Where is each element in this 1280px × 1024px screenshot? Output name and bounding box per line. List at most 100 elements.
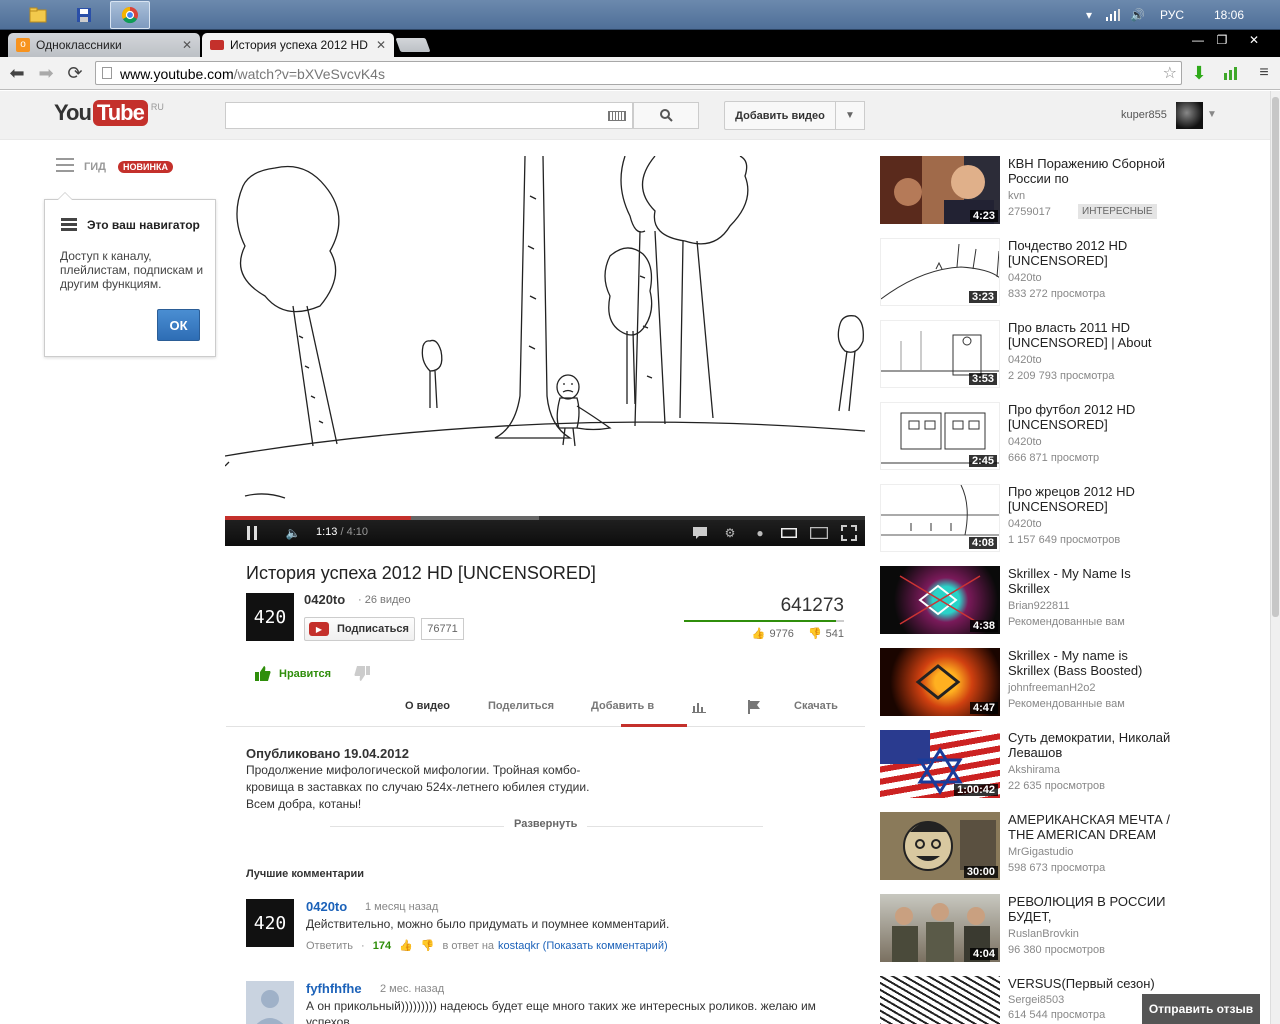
video-frame[interactable]: [224, 155, 866, 516]
bookmark-star-icon[interactable]: ☆: [1163, 63, 1177, 83]
related-title[interactable]: Skrillex - My name is Skrillex (Bass Boo…: [1008, 648, 1173, 678]
tab-download[interactable]: Скачать: [794, 700, 838, 712]
related-video-item[interactable]: 3:23 Почдество 2012 HD [UNCENSORED] 0420…: [880, 238, 1260, 306]
language-indicator[interactable]: РУС: [1160, 0, 1184, 30]
chrome-menu-icon[interactable]: ≡: [1252, 61, 1276, 85]
minimize-button[interactable]: —: [1186, 30, 1210, 50]
download-extension-icon[interactable]: ⬇: [1187, 61, 1211, 85]
related-video-item[interactable]: 4:04 РЕВОЛЮЦИЯ В РОССИИ БУДЕТ, RuslanBro…: [880, 894, 1260, 962]
large-player-icon[interactable]: [809, 524, 829, 542]
tab-odnoklassniki[interactable]: о Одноклассники ✕: [8, 33, 200, 57]
related-video-item[interactable]: 3:53 Про власть 2011 HD [UNCENSORED] | A…: [880, 320, 1260, 388]
tab-about[interactable]: О видео: [405, 700, 450, 712]
stats-icon[interactable]: [692, 701, 706, 716]
video-thumbnail[interactable]: 4:08: [880, 484, 1000, 552]
expand-description-button[interactable]: Развернуть: [504, 818, 588, 830]
close-tab-icon[interactable]: ✕: [182, 38, 192, 52]
guide-menu-icon[interactable]: [56, 158, 74, 174]
close-tab-icon[interactable]: ✕: [376, 38, 386, 52]
upload-button[interactable]: Добавить видео: [724, 101, 836, 130]
tab-share[interactable]: Поделиться: [488, 700, 554, 712]
network-icon[interactable]: [1106, 0, 1120, 30]
comment-author[interactable]: 0420to: [306, 899, 347, 914]
volume-icon[interactable]: 🔊: [1130, 0, 1145, 30]
channel-name-link[interactable]: 0420to: [304, 592, 345, 607]
video-thumbnail[interactable]: 1:00:42: [880, 730, 1000, 798]
reload-icon[interactable]: ⟳: [63, 61, 87, 85]
subscribe-button[interactable]: ▶ Подписаться: [304, 617, 415, 641]
video-thumbnail[interactable]: 4:04: [880, 894, 1000, 962]
explorer-taskbar-button[interactable]: [18, 1, 58, 29]
related-video-item[interactable]: 4:08 Про жрецов 2012 HD [UNCENSORED] 042…: [880, 484, 1260, 552]
related-title[interactable]: VERSUS(Первый сезон): [1008, 976, 1173, 991]
related-video-item[interactable]: 2:45 Про футбол 2012 HD [UNCENSORED] 042…: [880, 402, 1260, 470]
reply-link[interactable]: Ответить: [306, 940, 353, 952]
save-app-taskbar-button[interactable]: [64, 1, 104, 29]
related-video-item[interactable]: 4:23 КВН Поражению Сборной России по kvn…: [880, 156, 1260, 224]
dislike-button[interactable]: [354, 666, 370, 684]
video-thumbnail[interactable]: 4:38: [880, 566, 1000, 634]
keyboard-icon[interactable]: [608, 111, 626, 121]
video-thumbnail[interactable]: 4:23: [880, 156, 1000, 224]
avatar[interactable]: [1176, 102, 1203, 129]
related-title[interactable]: Почдество 2012 HD [UNCENSORED]: [1008, 238, 1173, 268]
related-title[interactable]: Про футбол 2012 HD [UNCENSORED]: [1008, 402, 1173, 432]
back-arrow-icon[interactable]: ⬅: [5, 61, 29, 85]
fullscreen-icon[interactable]: [839, 524, 859, 542]
comment-like-icon[interactable]: 👍: [399, 939, 413, 952]
tray-chevron-icon[interactable]: ▾: [1086, 0, 1092, 30]
comment-avatar[interactable]: 420: [246, 899, 294, 947]
address-bar[interactable]: www.youtube.com/watch?v=bXVeSvcvK4s ☆: [95, 61, 1182, 85]
comment-dislike-icon[interactable]: 👎: [421, 939, 435, 952]
related-video-item[interactable]: 30:00 АМЕРИКАНСКАЯ МЕЧТА / THE AMERICAN …: [880, 812, 1260, 880]
upload-dropdown-chevron-icon[interactable]: ▼: [835, 101, 865, 130]
related-title[interactable]: Суть демократии, Николай Левашов: [1008, 730, 1173, 760]
video-thumbnail[interactable]: 30:00: [880, 812, 1000, 880]
channel-avatar[interactable]: 420: [246, 593, 294, 641]
stats-extension-icon[interactable]: [1219, 61, 1243, 85]
clock[interactable]: 18:06: [1214, 0, 1244, 30]
video-player[interactable]: 🔈 1:13 / 4:10 ⚙ ●: [224, 155, 866, 546]
video-thumbnail[interactable]: [880, 976, 1000, 1024]
video-thumbnail[interactable]: 3:23: [880, 238, 1000, 306]
related-title[interactable]: Про власть 2011 HD [UNCENSORED] | About: [1008, 320, 1173, 350]
forward-arrow-icon[interactable]: ➡: [34, 61, 58, 85]
watch-later-clock-icon[interactable]: ●: [751, 524, 769, 542]
close-window-button[interactable]: ✕: [1236, 30, 1272, 50]
in-reply-to-link[interactable]: kostaqkr (Показать комментарий): [498, 940, 668, 952]
youtube-logo[interactable]: You Tube RU: [54, 100, 164, 126]
small-player-icon[interactable]: [779, 524, 799, 542]
video-thumbnail[interactable]: 2:45: [880, 402, 1000, 470]
tab-add-to[interactable]: Добавить в: [591, 700, 654, 712]
related-video-item[interactable]: 1:00:42 Суть демократии, Николай Левашов…: [880, 730, 1260, 798]
settings-gear-icon[interactable]: ⚙: [721, 524, 739, 542]
scrollbar-thumb[interactable]: [1272, 97, 1279, 617]
related-title[interactable]: КВН Поражению Сборной России по: [1008, 156, 1173, 186]
send-feedback-button[interactable]: Отправить отзыв: [1142, 994, 1260, 1024]
search-button[interactable]: [633, 102, 699, 129]
account-chevron-down-icon[interactable]: ▼: [1207, 109, 1217, 120]
related-video-item[interactable]: 4:38 Skrillex - My Name Is Skrillex Bria…: [880, 566, 1260, 634]
comment-avatar[interactable]: [246, 981, 294, 1024]
related-title[interactable]: РЕВОЛЮЦИЯ В РОССИИ БУДЕТ,: [1008, 894, 1173, 924]
volume-icon[interactable]: 🔈: [283, 524, 303, 542]
like-button[interactable]: Нравится: [255, 666, 331, 681]
page-scrollbar[interactable]: [1270, 91, 1280, 1024]
new-tab-button[interactable]: [395, 38, 431, 52]
related-title[interactable]: Skrillex - My Name Is Skrillex: [1008, 566, 1173, 596]
restore-button[interactable]: ❐: [1210, 30, 1234, 50]
video-thumbnail[interactable]: 3:53: [880, 320, 1000, 388]
annotations-icon[interactable]: [691, 524, 709, 542]
related-title[interactable]: Про жрецов 2012 HD [UNCENSORED]: [1008, 484, 1173, 514]
guide-label[interactable]: ГИД: [84, 161, 106, 173]
report-flag-icon[interactable]: [747, 700, 761, 717]
pause-icon[interactable]: [245, 524, 259, 542]
related-video-item[interactable]: 4:47 Skrillex - My name is Skrillex (Bas…: [880, 648, 1260, 716]
video-thumbnail[interactable]: 4:47: [880, 648, 1000, 716]
related-title[interactable]: АМЕРИКАНСКАЯ МЕЧТА / THE AMERICAN DREAM: [1008, 812, 1173, 842]
popup-ok-button[interactable]: ОК: [157, 309, 200, 341]
chrome-taskbar-button[interactable]: [110, 1, 150, 29]
comment-author[interactable]: fyfhfhfhe: [306, 981, 362, 996]
tab-youtube[interactable]: История успеха 2012 HD ✕: [202, 33, 394, 57]
username[interactable]: kuper855: [1121, 109, 1167, 121]
